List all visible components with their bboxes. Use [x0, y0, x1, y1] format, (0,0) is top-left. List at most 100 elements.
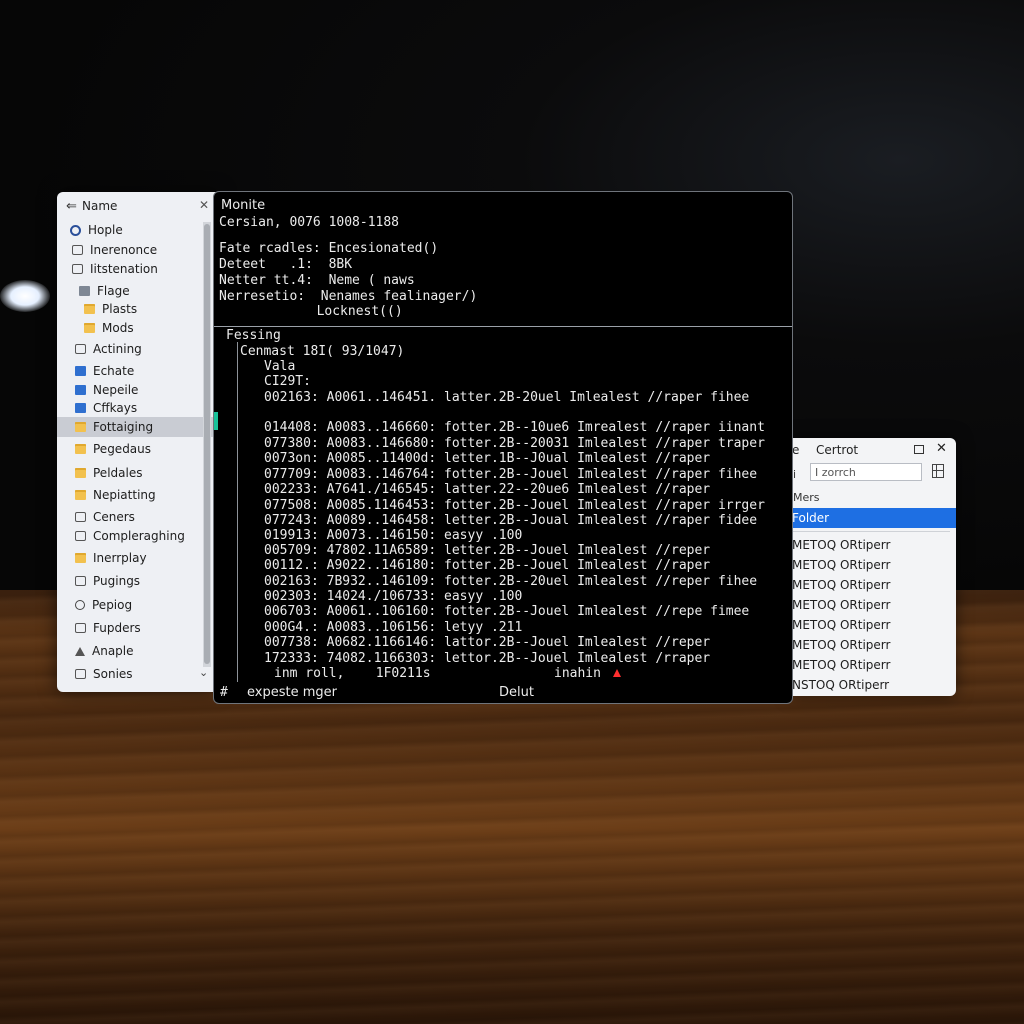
sidebar-item-inerrplay[interactable]: Inerrplay	[57, 548, 217, 568]
sidebar-item-inerenonce[interactable]: Inerenonce	[57, 240, 217, 260]
log-line[interactable]: 002233: A7641./146545: latter.22--20ue6 …	[264, 482, 710, 497]
log-line[interactable]: 00112.: A9022..146180: fotter.2B--Jouel …	[264, 558, 710, 573]
triangle-icon	[75, 646, 85, 656]
log-line[interactable]: 019913: A0073..146150: easyy .100	[264, 528, 522, 543]
document-icon	[75, 576, 86, 586]
list-item[interactable]: METOQ ORtiperr	[792, 638, 890, 652]
sidebar-item-label: Anaple	[92, 644, 134, 658]
sidebar-item-sonies[interactable]: Sonies	[57, 664, 217, 684]
sidebar-item-hople[interactable]: Hople	[57, 220, 216, 240]
list-item[interactable]: METOQ ORtiperr	[792, 618, 890, 632]
log-line[interactable]: 002303: 14024./106733: easyy .100	[264, 589, 522, 604]
folder-icon	[75, 553, 86, 563]
list-item[interactable]: METOQ ORtiperr	[792, 538, 890, 552]
folder-icon	[75, 422, 86, 432]
list-item[interactable]: NSTOQ ORtiperr	[792, 678, 889, 692]
log-line[interactable]: 002163: A0061..146451. latter.2B-20uel I…	[264, 390, 749, 405]
sidebar-item-label: Nepeile	[93, 383, 139, 397]
app-icon	[75, 385, 86, 395]
sidebar-item-label: Fottaiging	[93, 420, 154, 434]
sidebar-item-plasts[interactable]: Plasts	[57, 299, 217, 319]
info-line: Netter tt.4: Neme ( naws	[219, 273, 415, 288]
list-item[interactable]: METOQ ORtiperr	[792, 598, 890, 612]
close-icon[interactable]: ✕	[199, 198, 209, 212]
folder-icon	[84, 304, 95, 314]
log-line[interactable]: 014408: A0083..146660: fotter.2B--10ue6 …	[264, 420, 765, 435]
sidebar-item-fottaiging[interactable]: Fottaiging	[57, 417, 217, 437]
back-arrow-icon[interactable]: ⇐	[66, 199, 82, 214]
sidebar-item-mods[interactable]: Mods	[57, 318, 217, 338]
list-item[interactable]: METOQ ORtiperr	[792, 558, 890, 572]
log-line[interactable]: 002163: 7B932..146109: fotter.2B--20uel …	[264, 574, 757, 589]
version-line: Cersian, 0076 1008-1188	[219, 215, 400, 230]
log-line[interactable]: 077380: A0083..146680: fotter.2B--20031 …	[264, 436, 765, 451]
warning-arrow-icon	[613, 669, 621, 677]
app-icon	[75, 366, 86, 376]
sidebar-item-pegedaus[interactable]: Pegedaus	[57, 439, 217, 459]
log-line[interactable]: 172333: 74082.1166303: lettor.2B--Jouel …	[264, 651, 710, 666]
scrollbar-thumb[interactable]	[204, 224, 210, 664]
folder-label: Folder	[792, 511, 830, 525]
log-line[interactable]: 077243: A0089..146458: letter.2B--Joual …	[264, 513, 757, 528]
list-item[interactable]: METOQ ORtiperr	[792, 578, 890, 592]
status-left: expeste mger	[247, 685, 337, 700]
column-header[interactable]: Mers	[793, 491, 820, 504]
sidebar-item-label: Compleraghing	[93, 529, 185, 543]
sidebar-item-pepiog[interactable]: Pepiog	[57, 595, 217, 615]
terminal-window[interactable]: Monite Cersian, 0076 1008-1188 Fate rcad…	[213, 191, 793, 704]
document-icon	[75, 344, 86, 354]
search-input[interactable]: I zorrch	[810, 463, 922, 481]
sidebar-item-label: Flage	[97, 284, 130, 298]
sidebar-item-cffkays[interactable]: Cffkays	[57, 398, 217, 418]
light-glow	[0, 280, 50, 312]
sidebar-item-actining[interactable]: Actining	[57, 339, 217, 359]
log-line[interactable]: 0073on: A0085..11400d: letter.1B--J0ual …	[264, 451, 710, 466]
log-line[interactable]: 077709: A0083..146764: fotter.2B--Jouel …	[264, 467, 757, 482]
sidebar-item-label: Mods	[102, 321, 134, 335]
log-line[interactable]: 077508: A0085.1146453: fotter.2B--Jouel …	[264, 498, 765, 513]
document-icon	[72, 264, 83, 274]
file-panel-header[interactable]: ⇐ Name ✕	[57, 192, 217, 220]
info-line: Fate rcadles: Encesionated()	[219, 241, 439, 256]
sidebar-item-label: Cffkays	[93, 401, 138, 415]
sidebar-item-nepeile[interactable]: Nepeile	[57, 380, 217, 400]
sidebar-item-ceners[interactable]: Ceners	[57, 507, 217, 527]
list-item-selected[interactable]: Folder	[790, 508, 956, 528]
disc-icon	[75, 600, 85, 610]
maximize-icon[interactable]	[914, 445, 924, 454]
divider	[214, 326, 792, 327]
info-line: Deteet .1: 8BK	[219, 257, 353, 272]
chevron-down-icon[interactable]: ⌄	[199, 666, 208, 679]
sidebar-item-echate[interactable]: Echate	[57, 361, 217, 381]
grid-view-icon[interactable]	[932, 464, 944, 478]
info-line: Nerresetio: Nenames fealinager/)	[219, 289, 478, 304]
sidebar-item-label: Pegedaus	[93, 442, 152, 456]
log-line[interactable]: inm roll, 1F0211s	[274, 666, 431, 681]
sidebar-item-label: Hople	[88, 223, 123, 237]
sidebar-item-nepiatting[interactable]: Nepiatting	[57, 485, 217, 505]
list-item[interactable]: METOQ ORtiperr	[792, 658, 890, 672]
sidebar-item-iitstenation[interactable]: Iitstenation	[57, 259, 217, 279]
file-panel-header-label: Name	[82, 199, 118, 213]
sidebar-item-flage[interactable]: Flage	[57, 281, 217, 301]
sidebar-item-label: Sonies	[93, 667, 133, 681]
sidebar-item-peldales[interactable]: Peldales	[57, 463, 217, 483]
sidebar-item-label: Pugings	[93, 574, 141, 588]
log-line[interactable]: 007738: A0682.1166146: lattor.2B--Jouel …	[264, 635, 710, 650]
folder-icon	[84, 323, 95, 333]
sidebar-item-fupders[interactable]: Fupders	[57, 618, 217, 638]
indent-guide	[237, 342, 238, 682]
folder-icon	[75, 444, 86, 454]
sub-header: Vala	[264, 359, 296, 374]
sidebar-item-anaple[interactable]: Anaple	[57, 641, 217, 661]
sidebar-item-compleraghing[interactable]: Compleraghing	[57, 526, 217, 546]
log-line[interactable]: 000G4.: A0083..106156: letyy .211	[264, 620, 522, 635]
sidebar-item-label: Iitstenation	[90, 262, 158, 276]
sidebar-item-pugings[interactable]: Pugings	[57, 571, 217, 591]
cursor-marker	[214, 412, 218, 430]
log-line[interactable]: 006703: A0061..106160: fotter.2B--Jouel …	[264, 604, 749, 619]
sidebar-item-label: Echate	[93, 364, 135, 378]
log-line[interactable]: 005709: 47802.11A6589: letter.2B--Jouel …	[264, 543, 710, 558]
sidebar-item-label: Actining	[93, 342, 142, 356]
close-icon[interactable]: ✕	[936, 441, 947, 456]
